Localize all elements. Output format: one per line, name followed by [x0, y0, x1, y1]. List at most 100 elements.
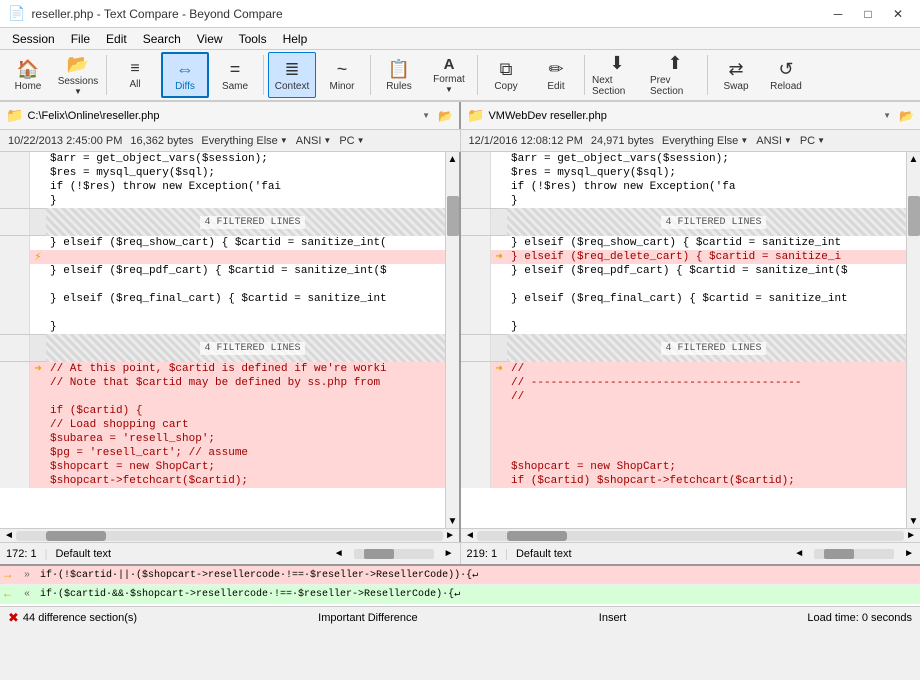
next-section-button[interactable]: ⬇ Next Section	[589, 52, 645, 98]
left-size: 16,362 bytes	[130, 135, 193, 147]
scroll-down-arrow[interactable]: ▼	[907, 514, 920, 528]
hscroll-track[interactable]	[16, 531, 443, 541]
right-path: VMWebDev reseller.php	[488, 110, 879, 122]
right-hscroll-track-pos[interactable]	[814, 549, 894, 559]
left-date: 10/22/2013 2:45:00 PM	[8, 135, 122, 147]
close-button[interactable]: ✕	[884, 4, 912, 24]
right-position: 219: 1 | Default text ◄ ►	[461, 543, 920, 564]
right-filter-dropdown[interactable]: Everything Else ▼	[662, 135, 748, 147]
compare-row-del: → » if·(!$cartid·||·($shopcart->reseller…	[0, 566, 920, 585]
line-code: } elseif ($req_show_cart) { $cartid = sa…	[507, 236, 920, 250]
table-row: $res = mysql_query($sql);	[0, 166, 459, 180]
left-path-dropdown[interactable]: ▼	[422, 111, 430, 120]
scroll-up-arrow[interactable]: ▲	[907, 152, 920, 166]
left-pos-value: 172: 1	[6, 548, 37, 560]
right-hscroll-right[interactable]: ►	[904, 548, 914, 559]
scroll-track[interactable]	[907, 166, 920, 514]
left-hscroll-right[interactable]: ►	[444, 548, 454, 559]
line-mark	[491, 278, 507, 292]
hscroll-thumb[interactable]	[507, 531, 567, 541]
left-lineending-dropdown[interactable]: PC ▼	[339, 135, 364, 147]
menu-search[interactable]: Search	[135, 28, 189, 50]
menu-tools[interactable]: Tools	[231, 28, 275, 50]
line-number	[0, 194, 30, 208]
menu-session[interactable]: Session	[4, 28, 63, 50]
right-path-dropdown[interactable]: ▼	[883, 111, 891, 120]
rules-button[interactable]: 📋 Rules	[375, 52, 423, 98]
reload-label: Reload	[770, 81, 802, 92]
left-hscroll-left[interactable]: ◄	[334, 548, 344, 559]
right-hscroll-thumb-pos[interactable]	[824, 549, 854, 559]
menu-edit[interactable]: Edit	[98, 28, 135, 50]
left-info-bar: 10/22/2013 2:45:00 PM 16,362 bytes Every…	[0, 130, 461, 151]
edit-button[interactable]: ✏ Edit	[532, 52, 580, 98]
line-code	[507, 446, 920, 460]
menu-help[interactable]: Help	[275, 28, 316, 50]
right-lineending-arrow: ▼	[817, 136, 825, 145]
left-vscroll[interactable]: ▲ ▼	[445, 152, 459, 528]
left-pos-label: Default text	[55, 548, 111, 560]
sessions-button[interactable]: 📂 Sessions ▼	[54, 52, 102, 98]
home-button[interactable]: 🏠 Home	[4, 52, 52, 98]
menu-file[interactable]: File	[63, 28, 98, 50]
compare-add-text: if·($cartid·&&·$shopcart->resellercode·!…	[40, 588, 916, 600]
left-code-scroll[interactable]: $arr = get_object_vars($session); $res =…	[0, 152, 459, 528]
hscroll-left-arrow[interactable]: ◄	[2, 530, 16, 541]
line-mark	[30, 376, 46, 390]
line-mark	[30, 180, 46, 194]
right-vscroll[interactable]: ▲ ▼	[906, 152, 920, 528]
prev-section-button[interactable]: ⬆ Prev Section	[647, 52, 703, 98]
table-row: } elseif ($req_final_cart) { $cartid = s…	[0, 292, 459, 306]
change-marker: ⚡	[34, 250, 41, 264]
left-filter-dropdown[interactable]: Everything Else ▼	[201, 135, 287, 147]
hscroll-track[interactable]	[477, 531, 904, 541]
right-browse-icon[interactable]: 📂	[899, 109, 914, 123]
table-row: // -------------------------------------…	[461, 376, 920, 390]
left-hscroll[interactable]: ◄ ►	[0, 528, 459, 542]
table-row: }	[0, 320, 459, 334]
context-button[interactable]: ≣ Context	[268, 52, 316, 98]
diffs-label: Diffs	[175, 81, 195, 92]
maximize-button[interactable]: □	[854, 4, 882, 24]
line-mark: ➜	[491, 362, 507, 376]
diffs-button[interactable]: ⇔ Diffs	[161, 52, 209, 98]
right-code-panel: $arr = get_object_vars($session); $res =…	[461, 152, 920, 542]
minor-label: Minor	[329, 81, 354, 92]
left-browse-icon[interactable]: 📂	[438, 109, 453, 123]
copy-button[interactable]: ⧉ Copy	[482, 52, 530, 98]
hscroll-left-arrow[interactable]: ◄	[463, 530, 477, 541]
scroll-track[interactable]	[446, 166, 459, 514]
minor-button[interactable]: ~ Minor	[318, 52, 366, 98]
scroll-down-arrow[interactable]: ▼	[446, 514, 459, 528]
right-hscroll-left[interactable]: ◄	[794, 548, 804, 559]
format-button[interactable]: A Format ▼	[425, 52, 473, 98]
swap-button[interactable]: ⇄ Swap	[712, 52, 760, 98]
table-row	[461, 418, 920, 432]
right-code-scroll[interactable]: $arr = get_object_vars($session); $res =…	[461, 152, 920, 528]
same-icon: =	[230, 59, 241, 80]
minimize-button[interactable]: ─	[824, 4, 852, 24]
scroll-thumb[interactable]	[908, 196, 920, 236]
hscroll-thumb[interactable]	[46, 531, 106, 541]
scroll-thumb[interactable]	[447, 196, 459, 236]
right-hscroll[interactable]: ◄ ►	[461, 528, 920, 542]
scroll-up-arrow[interactable]: ▲	[446, 152, 459, 166]
line-mark	[491, 418, 507, 432]
hscroll-right-arrow[interactable]: ►	[904, 530, 918, 541]
line-number	[461, 278, 491, 292]
left-hscroll-track-pos[interactable]	[354, 549, 434, 559]
right-lineending-dropdown[interactable]: PC ▼	[800, 135, 825, 147]
table-row	[0, 278, 459, 292]
line-number	[0, 278, 30, 292]
reload-button[interactable]: ↺ Reload	[762, 52, 810, 98]
hscroll-right-arrow[interactable]: ►	[443, 530, 457, 541]
left-hscroll-thumb-pos[interactable]	[364, 549, 394, 559]
right-encoding-dropdown[interactable]: ANSI ▼	[756, 135, 792, 147]
line-number	[461, 250, 491, 264]
toolbar: 🏠 Home 📂 Sessions ▼ ≡ All ⇔ Diffs = Same…	[0, 50, 920, 102]
menu-view[interactable]: View	[189, 28, 231, 50]
right-filtered-lines: 4 FILTERED LINES	[507, 208, 920, 236]
all-button[interactable]: ≡ All	[111, 52, 159, 98]
same-button[interactable]: = Same	[211, 52, 259, 98]
left-encoding-dropdown[interactable]: ANSI ▼	[296, 135, 332, 147]
